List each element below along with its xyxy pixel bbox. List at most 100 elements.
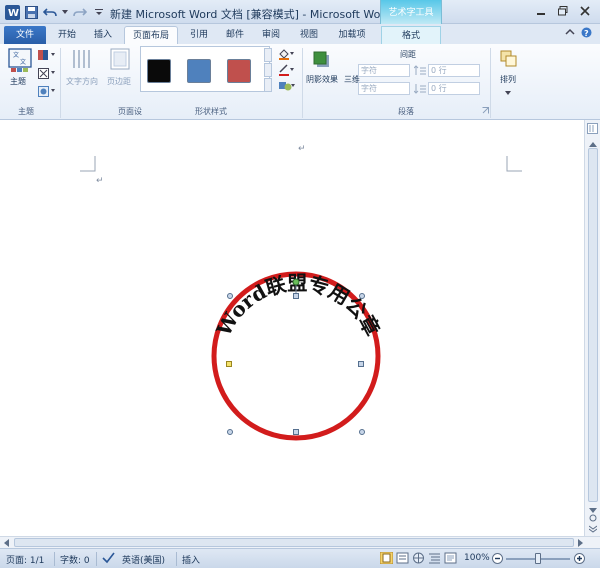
view-draft-icon[interactable] — [444, 552, 457, 567]
theme-colors-icon[interactable] — [38, 50, 56, 65]
paragraph-launcher-icon[interactable] — [482, 107, 489, 117]
help-area: ? — [565, 27, 592, 41]
shadow-effects-icon[interactable] — [312, 50, 332, 71]
close-icon[interactable] — [578, 5, 592, 17]
tab-home[interactable]: 开始 — [52, 26, 82, 44]
restore-icon[interactable] — [556, 5, 570, 17]
redo-icon[interactable] — [72, 4, 88, 20]
browse-object-icon[interactable] — [589, 514, 597, 525]
ribbon-collapse-icon[interactable] — [565, 27, 575, 41]
vertical-scrollbar[interactable] — [584, 120, 600, 536]
zoom-in-icon[interactable] — [574, 553, 585, 567]
tab-view[interactable]: 视图 — [294, 26, 324, 44]
horizontal-scrollbar[interactable] — [0, 536, 600, 548]
undo-dropdown-icon[interactable] — [61, 4, 69, 20]
tab-insert[interactable]: 插入 — [88, 26, 118, 44]
proofing-icon[interactable] — [102, 552, 115, 567]
view-print-layout-icon[interactable] — [379, 551, 394, 567]
theme-effects-icon[interactable] — [38, 86, 56, 101]
change-shape-icon[interactable] — [278, 80, 296, 95]
separator — [54, 552, 55, 566]
gallery-scroll-down-icon[interactable] — [264, 63, 272, 77]
help-icon[interactable]: ? — [581, 27, 592, 41]
themes-label: 主题 — [10, 77, 26, 86]
zoom-slider-thumb[interactable] — [535, 553, 541, 564]
shadow-effects-label[interactable]: 阴影效果 — [306, 74, 338, 85]
seal-drawing: Word联盟专用公章 — [211, 271, 385, 441]
arrange-dropdown-icon[interactable] — [505, 88, 511, 98]
zoom-out-icon[interactable] — [492, 553, 503, 567]
word-logo-icon: W — [4, 4, 20, 20]
word-count[interactable]: 字数: 0 — [60, 553, 90, 566]
shape-fill-icon[interactable] — [278, 48, 296, 63]
save-icon[interactable] — [23, 4, 39, 20]
gallery-more-icon[interactable] — [264, 78, 272, 92]
minimize-icon[interactable] — [534, 5, 548, 17]
adjust-handle[interactable] — [226, 361, 232, 367]
spacing-before-input[interactable]: 0 行 — [428, 64, 480, 77]
tab-mailings[interactable]: 邮件 — [220, 26, 250, 44]
page-count[interactable]: 页面: 1/1 — [6, 553, 44, 566]
window-controls — [534, 5, 592, 17]
arrange-icon[interactable] — [500, 50, 518, 71]
vertical-scroll-thumb[interactable] — [588, 148, 598, 502]
resize-handle-ne[interactable] — [359, 293, 365, 299]
paragraph-group-label: 段落 — [398, 107, 414, 116]
insert-mode[interactable]: 插入 — [182, 553, 200, 566]
themes-button[interactable]: 文文 — [6, 48, 34, 74]
indent-left-input[interactable]: 字符 — [358, 64, 410, 77]
gallery-scroll-up-icon[interactable] — [264, 48, 272, 62]
tab-format[interactable]: 格式 — [381, 26, 441, 44]
margins-icon[interactable] — [110, 48, 130, 73]
separator — [302, 48, 303, 118]
resize-handle-e[interactable] — [358, 361, 364, 367]
next-page-icon[interactable] — [588, 525, 598, 536]
title-bar: W 新建 Microsoft Word 文档 [兼容模式] - Microsof… — [0, 0, 600, 24]
margins-label[interactable]: 页边距 — [107, 76, 131, 87]
separator — [490, 48, 491, 118]
theme-fonts-icon[interactable] — [38, 68, 56, 83]
ribbon-tabs: 文件 开始 插入 页面布局 引用 邮件 审阅 视图 加载项 格式 — [0, 24, 600, 44]
resize-handle-nw[interactable] — [227, 293, 233, 299]
document-area[interactable]: ↵ ↵ Word联盟专用公章 — [0, 120, 584, 536]
tab-file[interactable]: 文件 — [4, 26, 46, 44]
ribbon: 文文 主题 主题 文字方向 页边距 页面设 形状样式 阴影效果 三维 间距 字符… — [0, 44, 600, 120]
indent-right-input[interactable]: 字符 — [358, 82, 410, 95]
themes-group-label: 主题 — [18, 107, 34, 116]
resize-handle-se[interactable] — [359, 429, 365, 435]
status-bar: 页面: 1/1 字数: 0 英语(美国) 插入 100% — [0, 548, 600, 568]
spacing-after-icon — [413, 83, 426, 97]
separator — [96, 552, 97, 566]
language[interactable]: 英语(美国) — [122, 553, 165, 566]
resize-handle-s[interactable] — [293, 429, 299, 435]
page-setup-group-label: 页面设 — [118, 107, 142, 116]
text-direction-icon[interactable] — [70, 48, 94, 73]
view-outline-icon[interactable] — [428, 552, 441, 567]
context-group-wordart-tools: 艺术字工具 — [380, 0, 442, 24]
tab-addins[interactable]: 加载项 — [332, 26, 372, 44]
shape-style-red[interactable] — [227, 59, 251, 83]
resize-handle-sw[interactable] — [227, 429, 233, 435]
window-title: 新建 Microsoft Word 文档 [兼容模式] - Microsoft … — [110, 8, 392, 21]
rotation-handle[interactable] — [292, 278, 300, 286]
arrange-label[interactable]: 排列 — [500, 74, 516, 85]
undo-icon[interactable] — [42, 4, 58, 20]
shape-outline-icon[interactable] — [278, 64, 296, 79]
text-direction-label[interactable]: 文字方向 — [66, 76, 98, 87]
spacing-after-input[interactable]: 0 行 — [428, 82, 480, 95]
view-full-screen-icon[interactable] — [396, 552, 409, 567]
shape-style-black[interactable] — [147, 59, 171, 83]
customize-qat-icon[interactable] — [91, 4, 107, 20]
view-web-layout-icon[interactable] — [412, 552, 425, 567]
shape-styles-gallery — [140, 46, 270, 92]
ruler-toggle-icon[interactable] — [587, 123, 598, 137]
shape-styles-group-label: 形状样式 — [195, 107, 227, 116]
tab-references[interactable]: 引用 — [184, 26, 214, 44]
separator — [60, 48, 61, 118]
zoom-level[interactable]: 100% — [464, 553, 490, 563]
shape-style-blue[interactable] — [187, 59, 211, 83]
resize-handle-n[interactable] — [293, 293, 299, 299]
tab-review[interactable]: 审阅 — [256, 26, 286, 44]
tab-page-layout[interactable]: 页面布局 — [124, 26, 178, 44]
horizontal-scroll-thumb[interactable] — [14, 538, 574, 547]
